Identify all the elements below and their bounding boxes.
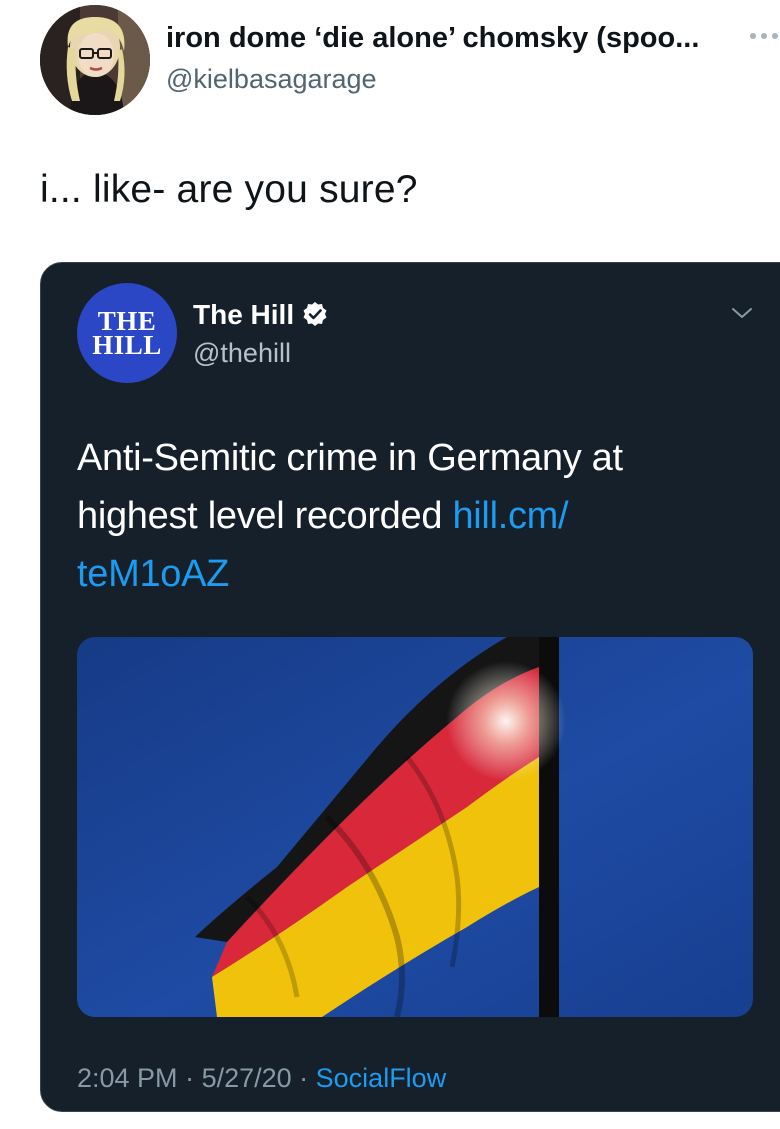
- quoted-author-name[interactable]: The Hill: [193, 299, 328, 331]
- logo-line-2: HILL: [92, 330, 162, 360]
- author-name[interactable]: iron dome ‘die alone’ chomsky (spoo...: [166, 22, 736, 55]
- author-avatar[interactable]: [40, 5, 150, 115]
- quoted-tweet-card[interactable]: THE HILL The Hill @thehill Anti-Semitic …: [40, 262, 780, 1112]
- tweet-media-image[interactable]: [77, 637, 753, 1017]
- tweet-time[interactable]: 2:04 PM: [77, 1063, 178, 1093]
- more-icon[interactable]: [748, 28, 780, 44]
- article-link-part-2: teM1oAZ: [77, 553, 230, 595]
- article-link-part-1: hill.cm/: [452, 495, 569, 537]
- the-hill-logo[interactable]: THE HILL: [77, 283, 177, 383]
- chevron-down-icon[interactable]: [731, 306, 753, 320]
- tweet-timestamp-line: 2:04 PM · 5/27/20 · SocialFlow: [77, 1063, 446, 1094]
- meta-separator: ·: [177, 1063, 202, 1093]
- tweet-text: i... like- are you sure?: [40, 168, 418, 211]
- german-flag-photo: [77, 637, 753, 1017]
- author-avatar-image: [40, 5, 150, 115]
- author-handle[interactable]: @kielbasagarage: [166, 64, 377, 95]
- quoted-author-handle[interactable]: @thehill: [193, 338, 291, 369]
- quoted-tweet-text: Anti-Semitic crime in Germany at highest…: [77, 429, 737, 603]
- meta-separator-2: ·: [291, 1063, 316, 1093]
- verified-badge-icon: [303, 302, 327, 326]
- tweet-date[interactable]: 5/27/20: [202, 1063, 292, 1093]
- quoted-author-name-text: The Hill: [193, 299, 295, 330]
- tweet-source-link[interactable]: SocialFlow: [316, 1063, 447, 1093]
